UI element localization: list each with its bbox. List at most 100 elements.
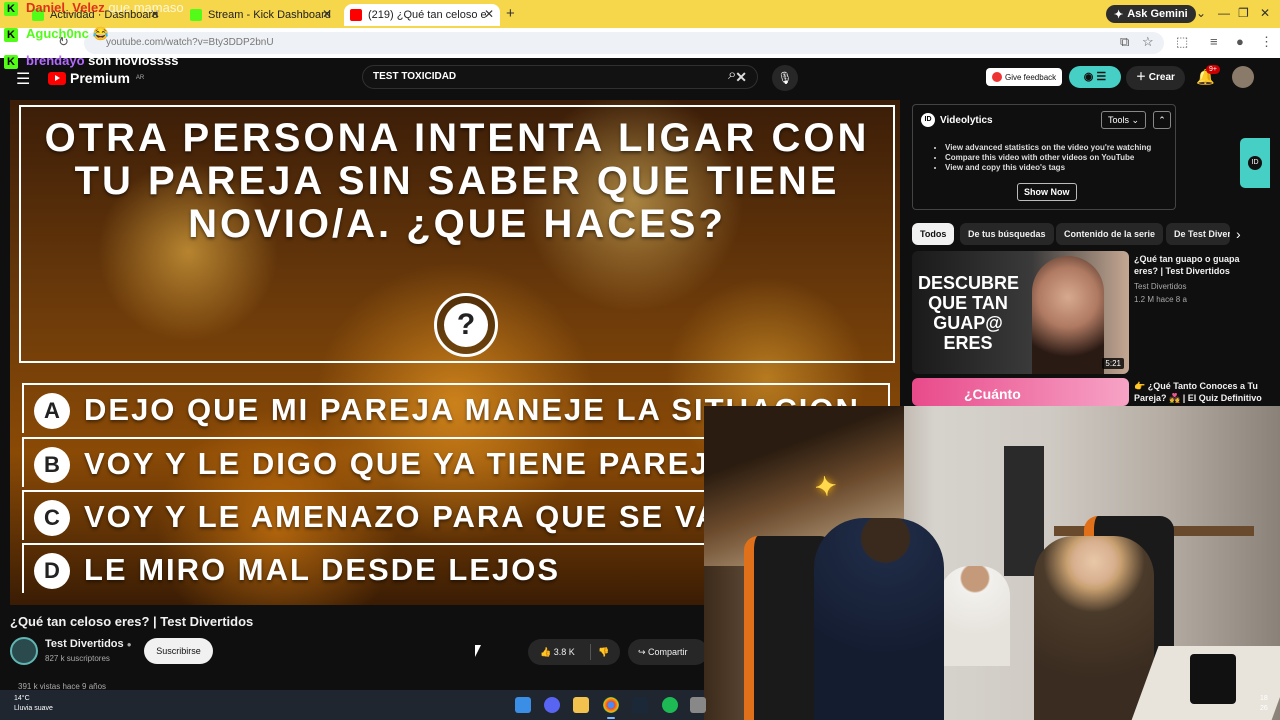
like-button[interactable]: 👍 3.8 K 👎 (528, 639, 620, 665)
app-icon[interactable] (690, 697, 706, 713)
option-text: LE MIRO MAL DESDE LEJOS (84, 552, 561, 587)
videolytics-logo-icon: ID (921, 113, 935, 127)
chrome-icon[interactable] (603, 697, 619, 719)
mug (1190, 654, 1236, 704)
recommendation-channel[interactable]: Test Divertidos (1134, 280, 1186, 293)
plus-icon: ＋ (1136, 72, 1149, 83)
subscriber-count: 827 k suscriptores (45, 654, 110, 663)
subscribe-button[interactable]: Suscribirse (144, 638, 213, 664)
feature-list: View advanced statistics on the video yo… (935, 143, 1151, 173)
bookmark-star-icon[interactable]: ☆ (1142, 34, 1154, 50)
new-tab-button[interactable]: + (506, 5, 515, 22)
option-text: VOY Y LE AMENAZO PARA QUE SE VAYA (84, 499, 761, 534)
videolytics-logo-icon (992, 72, 1002, 82)
feedback-label: Give feedback (1005, 72, 1057, 82)
tools-dropdown[interactable]: Tools ⌄ (1101, 111, 1147, 129)
kick-logo-icon: K (4, 1, 18, 16)
file-explorer-icon[interactable] (573, 697, 589, 713)
restore-icon[interactable]: ❐ (1238, 6, 1249, 20)
tab-youtube-video[interactable]: (219) ¿Qué tan celoso eres? | Te ✕ (344, 4, 500, 26)
steam-icon[interactable] (632, 697, 648, 713)
account-avatar[interactable] (1232, 66, 1254, 88)
spotify-icon[interactable] (662, 697, 678, 713)
feature-item: View and copy this video's tags (945, 163, 1151, 173)
close-tab-icon[interactable]: ✕ (484, 7, 494, 21)
extensions-icon[interactable]: ⬚ (1176, 34, 1188, 50)
close-tab-icon[interactable]: ✕ (322, 7, 332, 21)
collapse-chevron-up-icon[interactable]: ⌃ (1153, 111, 1171, 129)
discord-icon[interactable] (544, 697, 560, 713)
person (940, 566, 1010, 666)
clock-line: 26 (1260, 705, 1268, 712)
search-input[interactable]: TEST TOXICIDAD ✕ (362, 65, 758, 89)
chat-text: son noviossss (88, 53, 179, 68)
chat-username: Daniel_Velez (26, 0, 105, 15)
youtube-premium-logo[interactable]: Premium AR (48, 70, 144, 86)
videolytics-logo-icon: ID (1248, 156, 1262, 170)
youtube-header: ☰ Premium AR TEST TOXICIDAD ✕ ⌕ 🎙 Give f… (0, 58, 1280, 100)
feature-item: View advanced statistics on the video yo… (945, 143, 1151, 153)
tab-search-icon[interactable]: ⌄ (1196, 6, 1206, 20)
browser-tab-strip: Actividad · Dashboard ✕ Stream - Kick Da… (0, 0, 1280, 28)
question-box: OTRA PERSONA INTENTA LIGAR CON TU PAREJA… (19, 105, 895, 363)
chat-text: que mamaso (108, 0, 184, 15)
recommendation-title[interactable]: ¿Qué tan guapo o guapa eres? | Test Dive… (1134, 253, 1264, 277)
windows-taskbar: 14°C Lluvia suave (0, 690, 706, 720)
weather-condition: Lluvia suave (14, 705, 53, 712)
chat-message: Kbrendayo son noviossss (4, 53, 178, 69)
url-field[interactable]: youtube.com/watch?v=Bty3DDP2bnU (84, 32, 1164, 54)
chevron-right-icon[interactable]: › (1236, 226, 1241, 242)
question-mark-icon: ? (434, 293, 498, 357)
weather-widget[interactable]: 14°C Lluvia suave (14, 694, 53, 714)
search-value: TEST TOXICIDAD (373, 71, 457, 82)
microphone-icon[interactable]: 🎙 (772, 65, 798, 91)
minimize-icon[interactable]: — (1218, 6, 1230, 20)
create-button[interactable]: ＋ Crear (1126, 66, 1185, 90)
videolytics-name: Videolytics (940, 114, 993, 126)
chip-todos[interactable]: Todos (912, 223, 955, 245)
browser-menu-icon[interactable]: ⋮ (1260, 34, 1273, 50)
chip-series-content[interactable]: Contenido de la serie (1056, 223, 1164, 245)
channel-name-text: Test Divertidos (45, 638, 124, 650)
channel-name[interactable]: Test Divertidos ● (45, 638, 132, 650)
recommendation-thumbnail[interactable]: DESCUBRE QUE TAN GUAP@ ERES 5:21 (912, 251, 1129, 374)
quiz-question: OTRA PERSONA INTENTA LIGAR CON TU PAREJA… (44, 116, 870, 246)
search-icon[interactable]: ⌕ (728, 66, 736, 83)
chip-channel[interactable]: De Test Divertidos (1166, 223, 1230, 245)
thumbnail-text: ¿Cuánto (964, 386, 1021, 402)
menu-icon[interactable]: ☰ (16, 69, 30, 89)
gemini-sparkle-icon: ✦ (1114, 8, 1124, 21)
region-code: AR (135, 75, 145, 81)
duration-badge: 5:21 (1102, 358, 1124, 369)
chat-message: K Aguch0nc 😂 (4, 26, 109, 42)
clock[interactable]: 18 26 (1260, 694, 1268, 714)
thumbs-down-icon[interactable]: 👎 (598, 639, 609, 665)
install-app-icon[interactable]: ⧉ (1120, 34, 1129, 50)
recommendation-title[interactable]: 👉 ¿Qué Tanto Conoces a Tu Pareja? 💑 | El… (1134, 380, 1264, 404)
recommendation-thumbnail[interactable]: ¿Cuánto (912, 378, 1129, 406)
reading-list-icon[interactable]: ≡ (1210, 34, 1218, 49)
profile-icon[interactable]: ● (1236, 34, 1244, 49)
channel-avatar[interactable] (10, 637, 38, 665)
tab-stream-dashboard[interactable]: Stream - Kick Dashboard ✕ (184, 4, 338, 26)
clear-search-icon[interactable]: ✕ (735, 66, 747, 88)
temperature: 14°C (14, 695, 30, 702)
show-now-button[interactable]: Show Now (1017, 183, 1077, 201)
videolytics-panel: ID Videolytics Tools ⌄ ⌃ View advanced s… (912, 104, 1176, 210)
give-feedback-button[interactable]: Give feedback (986, 68, 1063, 86)
logo-text: Premium (70, 70, 130, 86)
share-button[interactable]: ↪ Compartir (628, 639, 708, 665)
videolytics-toggle-button[interactable]: ◉ ☰ (1069, 66, 1121, 88)
chat-username: Aguch0nc (26, 26, 89, 41)
clock-line: 18 (1260, 695, 1268, 702)
person (814, 518, 944, 720)
start-windows-icon[interactable] (515, 697, 531, 713)
video-title: ¿Qué tan celoso eres? | Test Divertidos (10, 614, 254, 629)
thumbs-up-icon: 👍 (540, 647, 554, 657)
option-letter: B (34, 447, 70, 483)
ask-gemini-button[interactable]: ✦ Ask Gemini (1106, 5, 1196, 23)
create-label: Crear (1148, 72, 1175, 83)
close-window-icon[interactable]: ✕ (1260, 6, 1270, 20)
videolytics-side-tab[interactable]: ID (1240, 138, 1270, 188)
chip-from-searches[interactable]: De tus búsquedas (960, 223, 1054, 245)
